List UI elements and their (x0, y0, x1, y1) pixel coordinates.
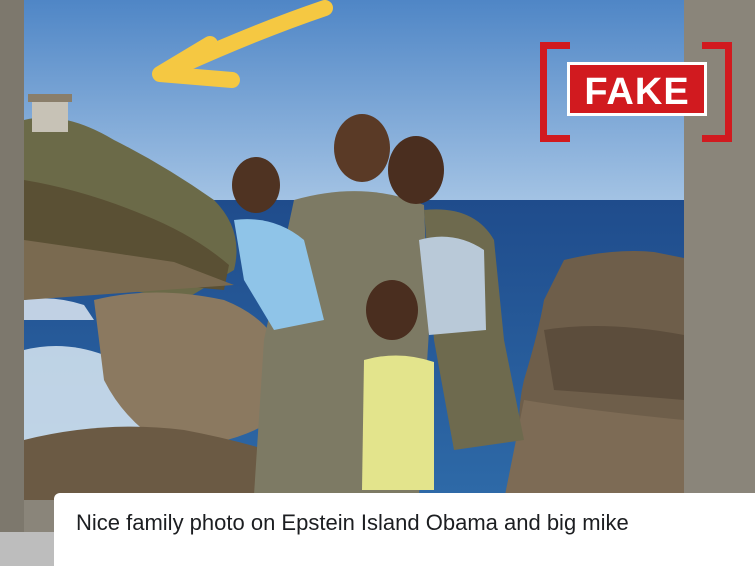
person-girl-center-head (366, 280, 418, 340)
post-caption: Nice family photo on Epstein Island Obam… (76, 510, 629, 535)
fake-bracket-left (540, 42, 570, 142)
person-woman-head (388, 136, 444, 204)
person-girl-center-body (362, 355, 434, 490)
yellow-arrow-icon (152, 0, 333, 88)
bottom-left-strip (0, 532, 54, 566)
left-frame (0, 0, 24, 566)
fake-stamp: FAKE (540, 42, 732, 148)
person-girl-left-head (232, 157, 280, 213)
post-caption-box: Nice family photo on Epstein Island Obam… (54, 493, 755, 566)
person-man-head (334, 114, 390, 182)
fake-label: FAKE (567, 62, 707, 116)
